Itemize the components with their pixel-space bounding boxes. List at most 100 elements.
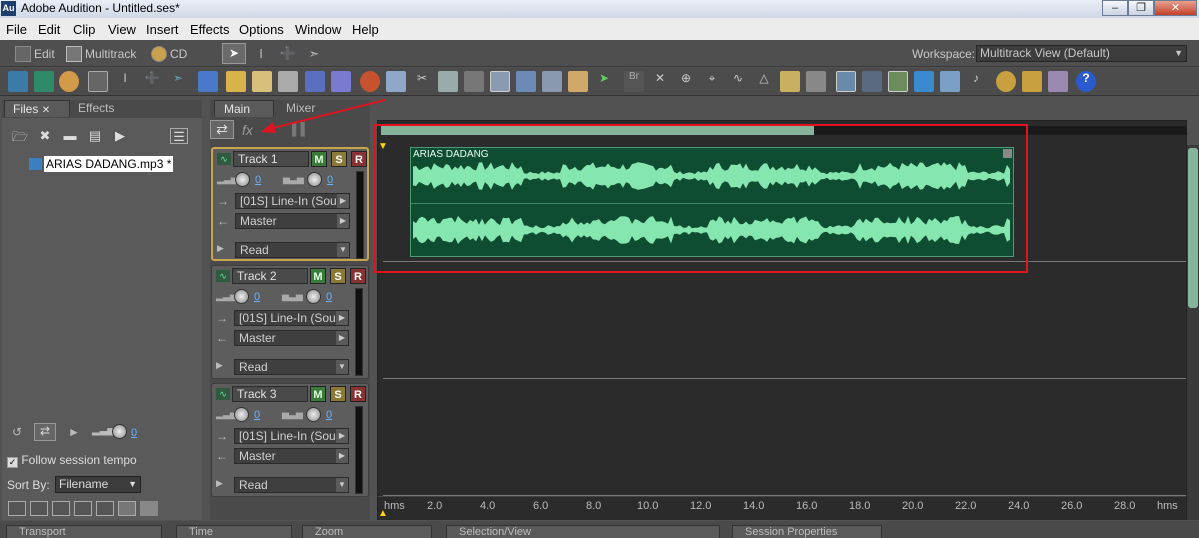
volume-value[interactable]: 0 (254, 409, 260, 421)
filter-loop-icon[interactable] (30, 501, 48, 516)
filter-cue-icon[interactable] (140, 501, 158, 516)
expand-icon[interactable]: ▶ (217, 243, 224, 254)
menu-clip[interactable]: Clip (73, 22, 95, 37)
mute-button[interactable]: M (310, 386, 326, 402)
list-item[interactable]: ARIAS DADANG.mp3 * (29, 156, 174, 172)
cursor-icon[interactable]: ➤ (594, 71, 614, 92)
filter-video-icon[interactable] (52, 501, 70, 516)
loop-icon[interactable]: ↺ (12, 425, 22, 439)
expand-icon[interactable]: ▶ (216, 360, 223, 371)
tab-effects[interactable]: Effects (74, 100, 114, 117)
menu-effects[interactable]: Effects (190, 22, 230, 37)
close-button[interactable]: ✕ (1154, 0, 1197, 16)
volume-knob[interactable] (112, 424, 127, 439)
metronome-icon[interactable]: ♪ (966, 71, 986, 92)
menu-insert[interactable]: Insert (146, 22, 179, 37)
help-icon[interactable]: ? (1076, 71, 1096, 92)
end-marker-icon[interactable]: ▲ (378, 508, 388, 519)
expand-icon[interactable]: ▶ (216, 478, 223, 489)
input-select[interactable]: [01S] Line-In (Sou ▶ (234, 428, 349, 444)
insert-cd-icon[interactable]: ▤ (86, 128, 104, 144)
scrollbar-thumb[interactable] (1188, 148, 1198, 308)
envelope-icon[interactable] (780, 71, 800, 92)
cut-icon[interactable]: ✂ (412, 71, 432, 92)
show-envelopes-icon[interactable] (836, 71, 856, 92)
spectral-icon[interactable] (914, 71, 934, 92)
pan-value[interactable]: 0 (327, 174, 333, 186)
volume-value[interactable]: 0 (255, 174, 261, 186)
solo-button[interactable]: S (331, 151, 347, 167)
automation-select[interactable]: Read ▼ (235, 242, 350, 258)
mix-paste-icon[interactable] (464, 71, 484, 92)
volume-value[interactable]: 0 (131, 427, 137, 439)
track-name[interactable]: Track 3 (232, 386, 308, 402)
split-icon[interactable]: ✕ (650, 71, 670, 92)
solo-button[interactable]: S (330, 386, 346, 402)
close-icon[interactable]: ✕ (42, 105, 50, 116)
menu-edit[interactable]: Edit (38, 22, 60, 37)
play-file-icon[interactable]: ▶ (111, 128, 129, 144)
crop-icon[interactable]: ⌖ (702, 71, 722, 92)
snap-icon[interactable] (542, 71, 562, 92)
time-selection-tool-button[interactable]: I (250, 43, 272, 64)
play-icon[interactable]: ► (68, 425, 80, 439)
wave-tool-icon[interactable]: ∿ (728, 71, 748, 92)
paste-icon[interactable] (438, 71, 458, 92)
output-select[interactable]: Master ▶ (235, 213, 350, 229)
edit-view-button[interactable]: Edit (15, 44, 55, 64)
automation-select[interactable]: Read ▼ (234, 359, 349, 375)
menu-file[interactable]: File (6, 22, 27, 37)
edit-mode-icon[interactable] (490, 71, 510, 92)
track-3-header[interactable]: ∿ Track 3 M S R ▂▃▅ 0 ▅▃▅ 0 → [01S] Line… (211, 383, 369, 497)
multitrack-icon[interactable] (34, 71, 54, 92)
view-options-icon[interactable]: ☰ (170, 128, 188, 144)
bounce-icon[interactable]: Br (624, 71, 644, 92)
lock-time-icon[interactable] (568, 71, 588, 92)
volume-knob[interactable] (234, 407, 249, 422)
zoom-panel-tab[interactable]: Zoom (302, 525, 432, 538)
tab-files[interactable]: Files ✕ (4, 100, 70, 117)
output-select[interactable]: Master ▶ (234, 330, 349, 346)
filter-view-icon[interactable] (118, 501, 136, 516)
close-file-icon[interactable] (278, 71, 298, 92)
pan-value[interactable]: 0 (326, 291, 332, 303)
scatter-icon[interactable]: ⊕ (676, 71, 696, 92)
undo-icon[interactable] (360, 71, 380, 92)
track-2-lane[interactable] (383, 262, 1186, 379)
workspace-select[interactable]: Multitrack View (Default) ▼ (976, 45, 1187, 62)
track-1-header[interactable]: ∿ Track 1 M S R ▂▃▅ 0 ▅▃▅ 0 → [01S] Line… (211, 147, 369, 261)
loop-toggle-icon[interactable]: ⇄ (210, 120, 234, 139)
import-icon[interactable]: 🗁 (11, 128, 29, 144)
mute-button[interactable]: M (310, 268, 326, 284)
group-icon[interactable] (516, 71, 536, 92)
track-name[interactable]: Track 1 (233, 151, 309, 167)
sort-by-select[interactable]: Filename ▼ (55, 476, 141, 493)
pan-knob[interactable] (307, 172, 322, 187)
hybrid-tool-button[interactable]: ➕ (277, 43, 299, 64)
time-ruler[interactable]: hms 2.0 4.0 6.0 8.0 10.0 12.0 14.0 16.0 … (378, 496, 1186, 520)
track-2-header[interactable]: ∿ Track 2 M S R ▂▃▅ 0 ▅▃▅ 0 → [01S] Line… (211, 265, 369, 379)
pan-knob[interactable] (306, 289, 321, 304)
maximize-button[interactable]: ❐ (1128, 0, 1154, 16)
open-append-icon[interactable] (252, 71, 272, 92)
follow-tempo-checkbox[interactable]: ✓ Follow session tempo (7, 453, 137, 468)
scrub-tool-button[interactable]: ➣ (303, 43, 325, 64)
filter-audio-icon[interactable] (8, 501, 26, 516)
move-tool-icon[interactable] (88, 71, 108, 92)
solo-button[interactable]: S (330, 268, 346, 284)
selection-tool-icon[interactable]: I (115, 71, 135, 92)
input-select[interactable]: [01S] Line-In (Sou ▶ (234, 310, 349, 326)
session-properties-panel-tab[interactable]: Session Properties (732, 525, 882, 538)
record-button[interactable]: R (350, 386, 366, 402)
menu-help[interactable]: Help (352, 22, 379, 37)
insert-multitrack-icon[interactable]: ▬ (61, 128, 79, 144)
settings-icon[interactable] (996, 71, 1016, 92)
edit-envelopes-icon[interactable] (888, 71, 908, 92)
mute-button[interactable]: M (311, 151, 327, 167)
cd-icon[interactable] (59, 71, 79, 92)
fx-label[interactable]: fx (242, 122, 253, 138)
volume-knob[interactable] (235, 172, 250, 187)
sync-icon[interactable] (1022, 71, 1042, 92)
input-select[interactable]: [01S] Line-In (Sou ▶ (235, 193, 350, 209)
record-button[interactable]: R (350, 268, 366, 284)
